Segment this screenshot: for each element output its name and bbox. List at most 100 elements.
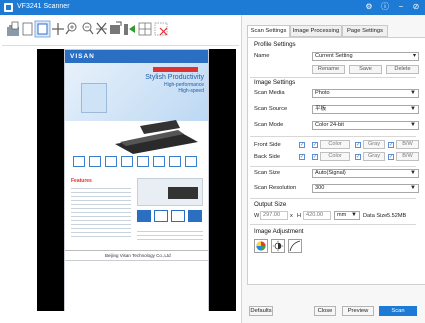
chevron-down-icon: ▼ (410, 185, 416, 191)
image-adjustment-title: Image Adjustment (254, 228, 304, 235)
scan-media-select[interactable]: Photo ▼ (312, 89, 419, 98)
chevron-down-icon: ▾ (412, 53, 416, 59)
chevron-down-icon: ▼ (410, 122, 416, 128)
scan-size-label: Scan Size (254, 170, 281, 176)
zoom-in-icon[interactable] (65, 22, 77, 35)
scan-hero: Stylish Productivity High-performance Hi… (65, 63, 208, 121)
bottom-bar: Defaults Close Preview Scan (241, 302, 425, 323)
scan-page-bottom (64, 261, 209, 311)
scan-size-value: Auto(Signal) (315, 170, 346, 176)
scanner-product-image (115, 120, 198, 154)
unit-select[interactable]: mm ▼ (334, 211, 360, 220)
zoom-out-icon[interactable] (82, 22, 94, 35)
back-gray-option[interactable]: Gray (363, 152, 385, 161)
back-bw-checkbox[interactable]: ✓ (388, 154, 394, 160)
tab-page-settings[interactable]: Page Settings (342, 25, 388, 37)
times-label: x (290, 213, 293, 219)
scan-device-photo (81, 83, 107, 113)
info-icon[interactable]: ⓘ (380, 2, 390, 12)
rotate-icon[interactable] (110, 21, 122, 34)
back-color-checkbox[interactable]: ✓ (312, 154, 318, 160)
data-size-label: Data Size (363, 213, 388, 219)
data-size-value: 5.52MB (387, 213, 407, 219)
scan-header-band: VISAN (65, 50, 208, 63)
grid-icon[interactable] (138, 22, 152, 36)
scan-source-label: Scan Source (254, 106, 288, 112)
back-side-checkbox[interactable]: ✓ (299, 154, 305, 160)
delete-button[interactable]: Delete (386, 65, 419, 74)
divider (250, 166, 416, 167)
close-window-button[interactable]: ⊘ (411, 2, 421, 12)
front-side-checkbox[interactable]: ✓ (299, 142, 305, 148)
scan-red-badge (153, 67, 198, 72)
window-title: VF3241 Scanner (17, 3, 70, 10)
close-button[interactable]: Close (314, 306, 336, 316)
divider (250, 77, 416, 78)
scan-media-value: Photo (315, 90, 330, 96)
width-label: W (254, 213, 260, 219)
scan-source-select[interactable]: 平板 ▼ (312, 105, 419, 114)
name-label: Name (254, 53, 270, 59)
front-color-checkbox[interactable]: ✓ (312, 142, 318, 148)
height-value: 420.00 (306, 212, 324, 218)
minimize-button[interactable]: − (396, 2, 406, 12)
width-input[interactable]: 297.00 (260, 211, 288, 220)
chevron-down-icon: ▼ (410, 106, 416, 112)
scan-mode-select[interactable]: Color 24-bit ▼ (312, 121, 419, 130)
height-input[interactable]: 420.00 (303, 211, 331, 220)
scan-button[interactable]: Scan (379, 306, 417, 316)
crop-icon[interactable] (96, 22, 107, 35)
single-page-icon[interactable] (22, 22, 33, 36)
front-side-label: Front Side (254, 142, 281, 148)
output-size-title: Output Size (254, 201, 287, 208)
brightness-icon[interactable] (271, 239, 285, 253)
profile-settings-title: Profile Settings (254, 41, 296, 48)
scan-source-value: 平板 (315, 106, 327, 112)
chevron-down-icon: ▼ (351, 212, 357, 218)
profile-name-value: Current Setting (315, 53, 353, 59)
split-icon[interactable] (124, 24, 135, 35)
front-color-option[interactable]: Color (320, 140, 350, 149)
front-gray-checkbox[interactable]: ✓ (355, 142, 361, 148)
back-bw-option[interactable]: B/W (396, 152, 419, 161)
scan-size-select[interactable]: Auto(Signal) ▼ (312, 169, 419, 178)
scan-blue-tiles (137, 210, 203, 224)
back-gray-checkbox[interactable]: ✓ (355, 154, 361, 160)
profile-name-select[interactable]: Current Setting ▾ (312, 52, 419, 61)
front-bw-checkbox[interactable]: ✓ (388, 142, 394, 148)
tab-image-processing[interactable]: Image Processing (290, 25, 342, 37)
curve-icon[interactable] (288, 239, 302, 253)
image-settings-title: Image Settings (254, 79, 296, 86)
color-wheel-icon[interactable] (254, 239, 268, 253)
app-icon (4, 3, 13, 12)
defaults-button[interactable]: Defaults (249, 306, 273, 316)
scan-media-label: Scan Media (254, 90, 285, 96)
divider (250, 198, 416, 199)
delete-area-icon[interactable] (154, 22, 168, 36)
front-gray-option[interactable]: Gray (363, 140, 385, 149)
scanned-page: VISAN Stylish Productivity High-performa… (64, 49, 209, 261)
save-button[interactable]: Save (349, 65, 382, 74)
scan-features-title: Features (71, 178, 92, 184)
rename-button[interactable]: Rename (312, 65, 345, 74)
select-area-icon[interactable] (34, 20, 51, 38)
height-label: H (297, 213, 302, 219)
scan-heading-3: High-speed (178, 88, 204, 94)
scan-feature-icons (73, 156, 203, 170)
chevron-down-icon: ▼ (410, 90, 416, 96)
settings-icon[interactable]: ⚙ (364, 2, 374, 12)
scan-resolution-value: 300 (315, 185, 325, 191)
divider (250, 136, 416, 137)
scan-resolution-label: Scan Resolution (254, 185, 297, 191)
scan-features-text (71, 185, 131, 240)
scan-resolution-select[interactable]: 300 ▼ (312, 184, 419, 193)
back-color-option[interactable]: Color (320, 152, 350, 161)
preview-button[interactable]: Preview (342, 306, 374, 316)
width-value: 297.00 (263, 212, 281, 218)
move-icon[interactable] (52, 23, 64, 35)
front-bw-option[interactable]: B/W (396, 140, 419, 149)
back-side-label: Back Side (254, 154, 281, 160)
scan-spec-image (137, 178, 203, 206)
chevron-down-icon: ▼ (410, 170, 416, 176)
scan-to-folder-icon[interactable] (7, 21, 19, 36)
